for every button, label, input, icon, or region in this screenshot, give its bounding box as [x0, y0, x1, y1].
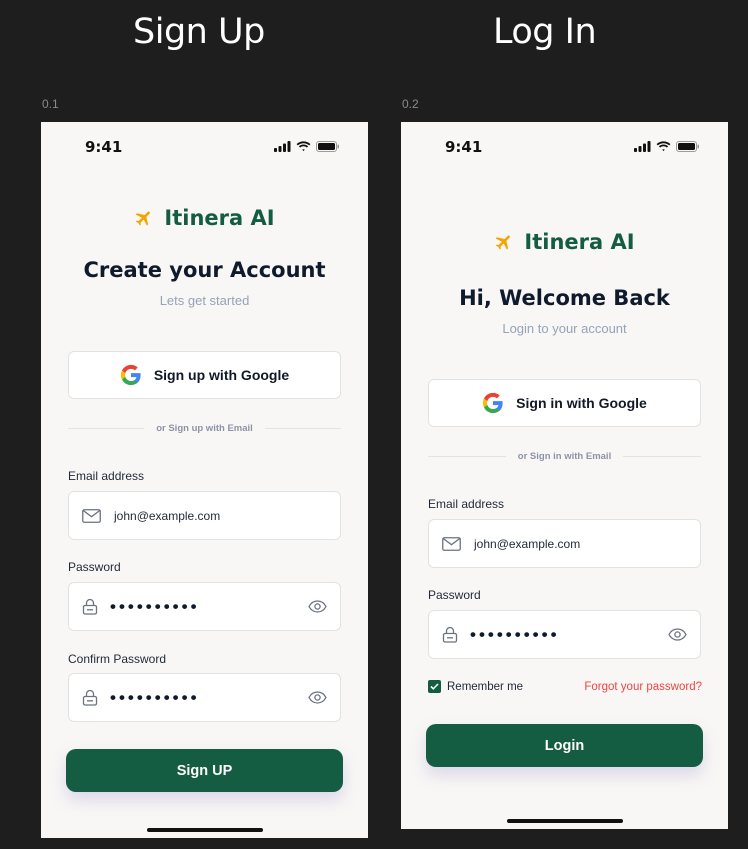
remember-me[interactable]: Remember me	[428, 680, 523, 693]
lock-icon	[442, 626, 458, 643]
battery-icon	[316, 141, 339, 152]
email-value: john@example.com	[474, 536, 581, 551]
confirm-password-label: Confirm Password	[68, 652, 167, 666]
home-indicator	[506, 819, 623, 823]
google-signin-button[interactable]: Sign in with Google	[428, 379, 701, 427]
eye-icon[interactable]	[668, 628, 687, 641]
divider: or Sign in with Email	[428, 449, 701, 463]
google-signup-button[interactable]: Sign up with Google	[68, 351, 341, 399]
page-subtitle: Login to your account	[502, 321, 627, 336]
password-value: ••••••••••	[110, 596, 200, 616]
confirm-password-field[interactable]: ••••••••••	[68, 673, 341, 722]
eye-icon[interactable]	[308, 600, 327, 613]
email-label: Email address	[428, 497, 505, 511]
battery-icon	[676, 141, 699, 152]
login-screen: 9:41 Itinera AI Hi, Welcome Back Login t…	[401, 122, 728, 829]
password-label: Password	[68, 560, 121, 574]
email-field[interactable]: john@example.com	[68, 491, 341, 540]
check-icon	[430, 683, 439, 690]
brand-logo: Itinera AI	[401, 230, 728, 254]
mail-icon	[82, 508, 101, 523]
forgot-password-link[interactable]: Forgot your password?	[584, 681, 702, 693]
airplane-icon	[496, 235, 511, 250]
signup-frame-label: 0.1	[42, 97, 59, 111]
login-button[interactable]: Login	[426, 724, 703, 767]
password-field[interactable]: ••••••••••	[68, 582, 341, 631]
lock-icon	[82, 689, 98, 706]
status-icons	[634, 141, 700, 152]
google-icon	[483, 392, 503, 414]
mail-icon	[442, 536, 461, 551]
google-signup-label: Sign up with Google	[153, 367, 290, 383]
status-time: 9:41	[445, 138, 483, 156]
eye-icon[interactable]	[308, 691, 327, 704]
signup-heading: Sign Up	[133, 12, 265, 52]
status-bar: 9:41	[401, 138, 728, 156]
signup-screen: 9:41 Itinera AI Create your Account Lets…	[41, 122, 368, 838]
email-value: john@example.com	[114, 508, 221, 523]
google-icon	[120, 364, 141, 386]
page-subtitle: Lets get started	[159, 293, 250, 308]
email-label: Email address	[68, 469, 145, 483]
login-frame-label: 0.2	[402, 97, 419, 111]
remember-checkbox[interactable]	[428, 680, 441, 693]
brand-logo: Itinera AI	[41, 206, 368, 230]
signal-icon	[634, 141, 651, 152]
wifi-icon	[296, 141, 311, 152]
password-label: Password	[428, 588, 481, 602]
status-bar: 9:41	[41, 138, 368, 156]
confirm-password-value: ••••••••••	[110, 687, 200, 707]
status-icons	[274, 141, 340, 152]
airplane-icon	[136, 211, 151, 226]
status-time: 9:41	[85, 138, 123, 156]
google-signin-label: Sign in with Google	[516, 395, 647, 411]
page-title: Create your Account	[83, 258, 326, 282]
remember-label: Remember me	[447, 680, 524, 693]
brand-name: Itinera AI	[524, 230, 635, 254]
password-field[interactable]: ••••••••••	[428, 610, 701, 659]
password-value: ••••••••••	[470, 624, 560, 644]
home-indicator	[146, 828, 263, 832]
divider: or Sign up with Email	[68, 421, 341, 435]
divider-text: or Sign in with Email	[517, 450, 612, 462]
signal-icon	[274, 141, 291, 152]
lock-icon	[82, 598, 98, 615]
divider-text: or Sign up with Email	[156, 422, 253, 434]
login-heading: Log In	[493, 12, 597, 52]
brand-name: Itinera AI	[164, 206, 275, 230]
wifi-icon	[656, 141, 671, 152]
email-field[interactable]: john@example.com	[428, 519, 701, 568]
page-title: Hi, Welcome Back	[459, 286, 670, 310]
signup-button[interactable]: Sign UP	[66, 749, 343, 792]
